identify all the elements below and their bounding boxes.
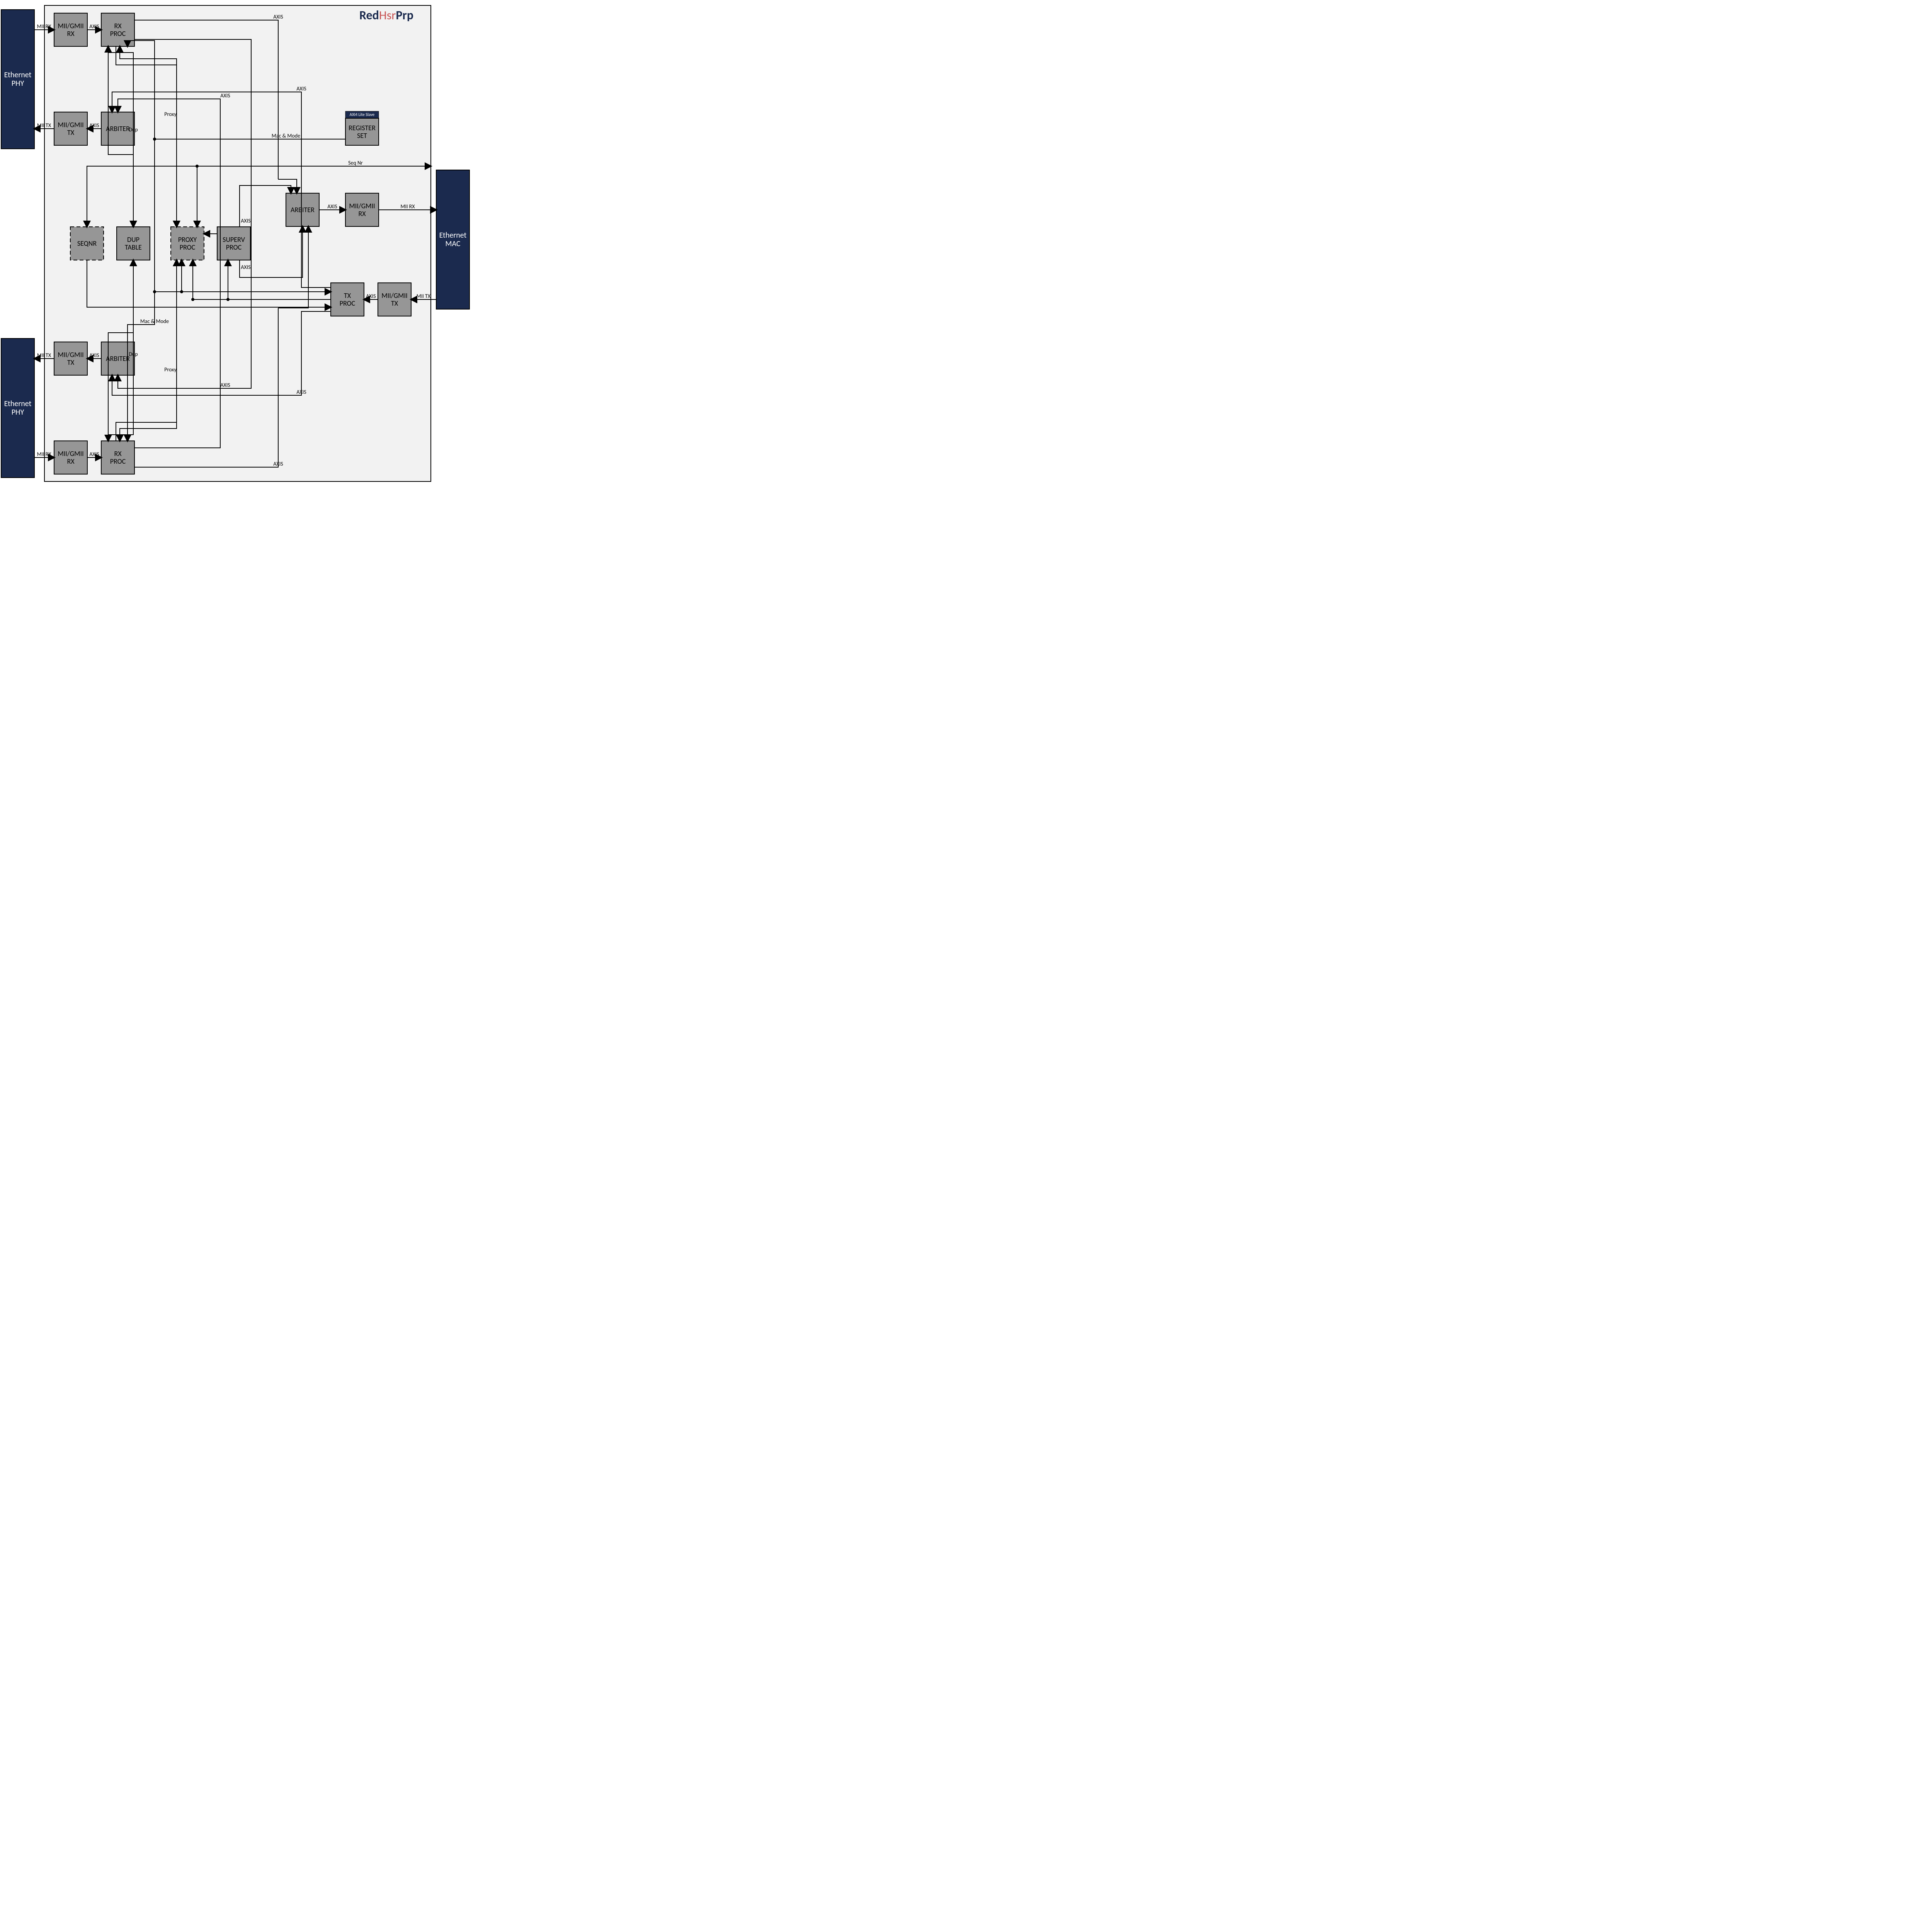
svg-text:Proxy: Proxy (164, 366, 177, 373)
arbiter-b-label: ARBITER (106, 354, 130, 363)
svg-text:MII RX: MII RX (37, 23, 51, 30)
arbiter-c-label: ARBITER (291, 206, 315, 214)
svg-text:AXIS: AXIS (241, 264, 250, 270)
logo: RedHsrPrp (359, 8, 413, 23)
svg-text:AXIS: AXIS (89, 352, 99, 359)
svg-text:MII TX: MII TX (37, 122, 51, 129)
svg-text:AXIS: AXIS (366, 293, 376, 299)
svg-text:AXIS: AXIS (327, 203, 337, 210)
proxy-proc-label: PROXYPROC (178, 235, 197, 252)
svg-text:AXIS: AXIS (296, 85, 306, 92)
svg-text:AXIS: AXIS (296, 389, 306, 395)
svg-text:Proxy: Proxy (164, 111, 177, 117)
arbiter-a-label: ARBITER (106, 124, 130, 133)
svg-text:MII RX: MII RX (37, 451, 51, 457)
svg-text:Dup: Dup (129, 126, 138, 133)
svg-text:AXIS: AXIS (89, 451, 99, 457)
svg-text:MII TX: MII TX (417, 293, 431, 299)
svg-text:MII RX: MII RX (400, 203, 415, 210)
svg-text:AXIS: AXIS (273, 14, 283, 20)
svg-text:Mac & Mode: Mac & Mode (140, 318, 169, 325)
svg-text:AXIS: AXIS (89, 122, 99, 129)
svg-text:AXIS: AXIS (220, 382, 230, 388)
register-set-header-label: AXI4 Lite Slave (350, 112, 375, 117)
svg-text:AXIS: AXIS (220, 92, 230, 99)
svg-text:AXIS: AXIS (241, 218, 250, 224)
dup-table-label: DUPTABLE (125, 235, 142, 252)
svg-text:AXIS: AXIS (273, 461, 283, 467)
svg-text:Dup: Dup (129, 351, 138, 357)
svg-text:AXIS: AXIS (89, 23, 99, 30)
svg-text:Seq Nr: Seq Nr (348, 160, 363, 166)
seqnr-label: SEQNR (77, 239, 97, 248)
svg-text:MII TX: MII TX (37, 352, 51, 359)
svg-text:Mac & Mode: Mac & Mode (272, 133, 300, 139)
